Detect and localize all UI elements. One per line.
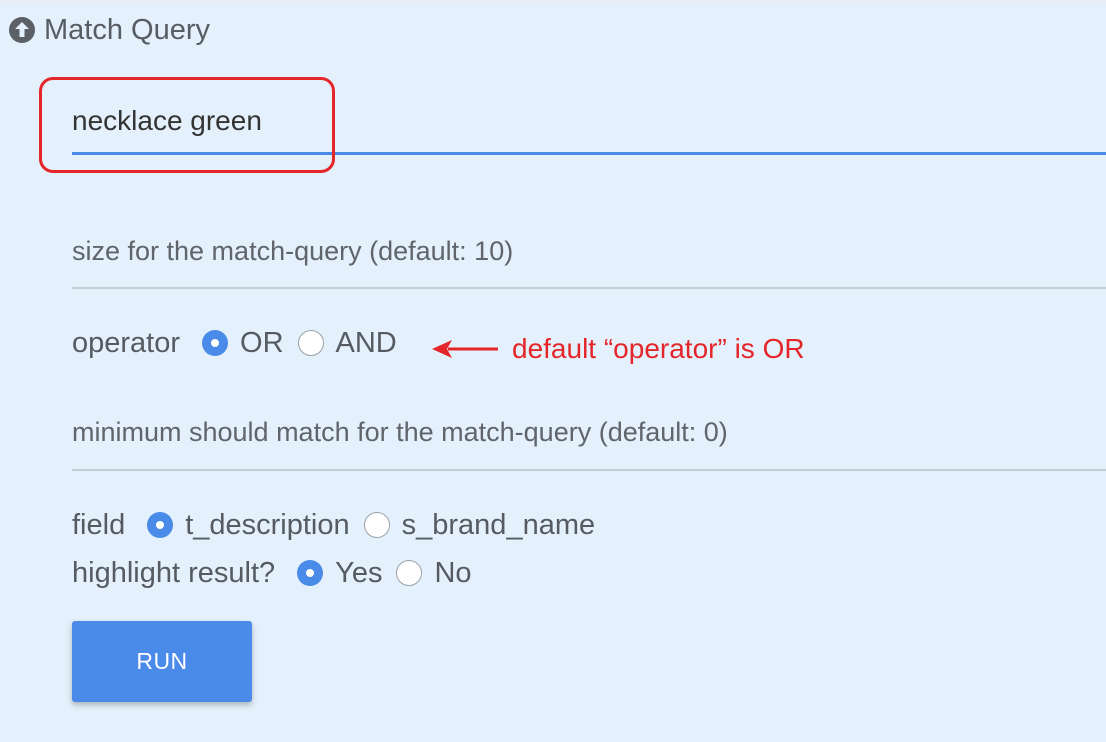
highlight-no-label[interactable]: No (434, 557, 471, 590)
operator-label: operator (72, 326, 181, 359)
section-title: Match Query (44, 13, 210, 46)
field-radio-group: field t_description s_brand_name (72, 505, 609, 545)
circle-arrow-up-icon[interactable] (8, 16, 36, 44)
field-s-brand-name-radio[interactable] (363, 512, 390, 538)
field-s-brand-name-label[interactable]: s_brand_name (402, 509, 595, 542)
highlight-no-radio[interactable] (396, 560, 423, 586)
annotation-text: default “operator” is OR (512, 333, 805, 364)
minimum-should-match-input[interactable] (72, 395, 1106, 471)
size-input[interactable] (72, 215, 1106, 289)
highlight-yes-label[interactable]: Yes (335, 557, 382, 590)
highlight-label: highlight result? (72, 556, 276, 589)
field-t-description-label[interactable]: t_description (185, 509, 349, 542)
red-arrow-left-icon (432, 340, 498, 358)
match-query-panel: Match Query operator OR AND default “ope… (0, 0, 1106, 742)
highlight-radio-group: highlight result? Yes No (72, 553, 486, 593)
operator-radio-group: operator OR AND (72, 323, 411, 363)
field-t-description-radio[interactable] (147, 512, 174, 538)
query-input[interactable] (72, 89, 1106, 155)
highlight-yes-radio[interactable] (297, 560, 324, 586)
operator-and-label[interactable]: AND (336, 327, 397, 360)
section-header[interactable]: Match Query (8, 13, 210, 47)
operator-or-radio[interactable] (202, 330, 229, 356)
operator-annotation: default “operator” is OR (430, 329, 805, 369)
operator-or-label[interactable]: OR (240, 327, 284, 360)
field-label: field (72, 508, 126, 541)
run-button[interactable]: RUN (72, 621, 252, 702)
operator-and-radio[interactable] (297, 330, 324, 356)
